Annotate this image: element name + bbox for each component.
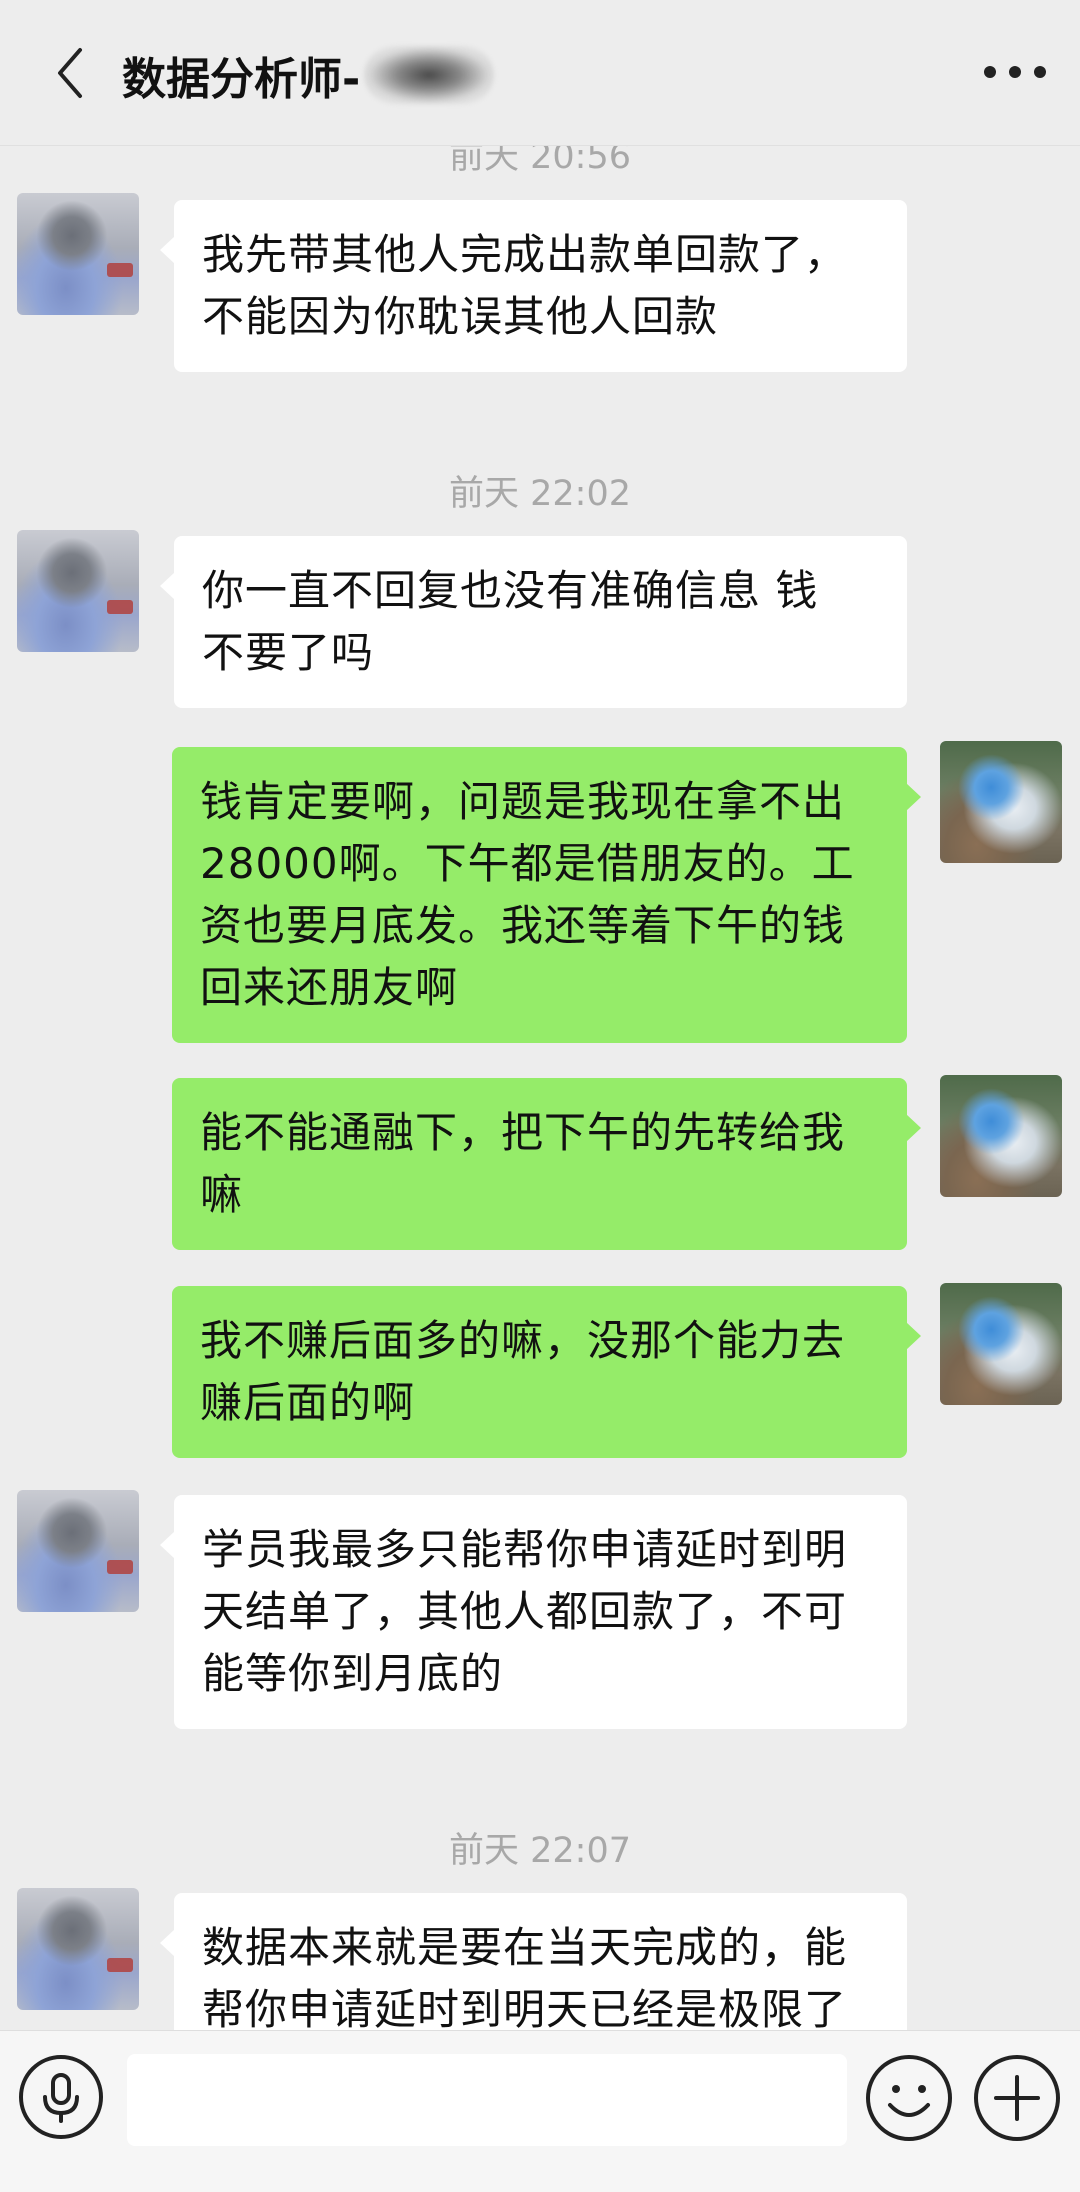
plus-icon[interactable] <box>972 2053 1062 2143</box>
message-line: 钱肯定要啊，问题是我现在拿不出 <box>200 777 846 826</box>
message-line: 学员我最多只能帮你申请延时到明 <box>202 1525 848 1574</box>
contact-avatar[interactable] <box>17 1888 139 2010</box>
redacted-name-blur <box>364 46 495 104</box>
incoming-message[interactable]: 我先带其他人完成出款单回款了， 不能因为你耽误其他人回款 <box>160 200 907 372</box>
microphone-icon[interactable] <box>17 2053 105 2141</box>
my-avatar[interactable] <box>940 1075 1062 1197</box>
message-line: 我先带其他人完成出款单回款了， <box>202 230 848 279</box>
chat-area[interactable]: 前天 20:56 我先带其他人完成出款单回款了， 不能因为你耽误其他人回款 前天… <box>0 0 1080 2191</box>
message-line: 不能因为你耽误其他人回款 <box>202 292 719 341</box>
input-bar <box>0 2030 1080 2192</box>
page-title: 数据分析师- <box>122 54 361 105</box>
message-line: 能不能通融下，把下午的先转给我 <box>200 1108 846 1157</box>
contact-avatar[interactable] <box>17 530 139 652</box>
chat-title: 数据分析师- <box>122 40 495 110</box>
contact-avatar[interactable] <box>17 193 139 315</box>
message-line: 嘛 <box>200 1170 244 1219</box>
smiley-icon[interactable] <box>864 2053 954 2143</box>
outgoing-message[interactable]: 钱肯定要啊，问题是我现在拿不出 28000啊。下午都是借朋友的。工 资也要月底发… <box>172 747 921 1043</box>
chevron-left-icon[interactable] <box>50 38 90 108</box>
contact-avatar[interactable] <box>17 1490 139 1612</box>
timestamp: 前天 22:02 <box>449 474 631 514</box>
message-line: 不要了吗 <box>202 628 375 677</box>
message-input[interactable] <box>127 2054 847 2146</box>
message-line: 天结单了，其他人都回款了，不可 <box>202 1587 848 1636</box>
message-line: 资也要月底发。我还等着下午的钱 <box>200 901 846 950</box>
more-dots-icon[interactable] <box>980 50 1050 94</box>
message-line: 28000啊。下午都是借朋友的。工 <box>200 839 855 888</box>
outgoing-message[interactable]: 我不赚后面多的嘛，没那个能力去 赚后面的啊 <box>172 1286 921 1458</box>
message-line: 数据本来就是要在当天完成的，能 <box>202 1923 848 1972</box>
chat-header: 数据分析师- <box>0 0 1080 146</box>
message-line: 回来还朋友啊 <box>200 963 459 1012</box>
message-line: 你一直不回复也没有准确信息 钱 <box>202 566 819 615</box>
message-line: 能等你到月底的 <box>202 1649 504 1698</box>
my-avatar[interactable] <box>940 1283 1062 1405</box>
my-avatar[interactable] <box>940 741 1062 863</box>
incoming-message[interactable]: 你一直不回复也没有准确信息 钱 不要了吗 <box>160 536 907 708</box>
outgoing-message[interactable]: 能不能通融下，把下午的先转给我 嘛 <box>172 1078 921 1250</box>
timestamp: 前天 22:07 <box>449 1831 631 1871</box>
incoming-message[interactable]: 学员我最多只能帮你申请延时到明 天结单了，其他人都回款了，不可 能等你到月底的 <box>160 1495 907 1729</box>
message-line: 赚后面的啊 <box>200 1378 416 1427</box>
message-line: 我不赚后面多的嘛，没那个能力去 <box>200 1316 846 1365</box>
